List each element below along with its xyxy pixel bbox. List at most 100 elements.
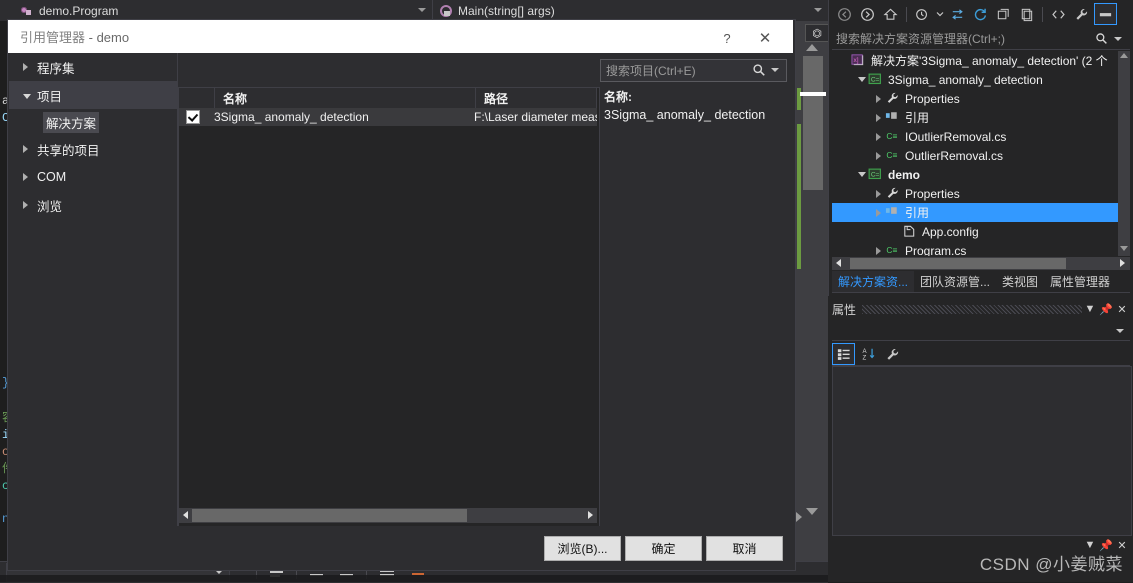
tree-item-7[interactable]: Properties	[832, 184, 1130, 203]
ok-button[interactable]: 确定	[625, 536, 702, 561]
tree-item-1[interactable]: C= 3Sigma_ anomaly_ detection	[832, 70, 1130, 89]
dialog-search-input[interactable]: 搜索项目(Ctrl+E)	[600, 59, 787, 82]
chevron-down-icon[interactable]	[23, 88, 37, 102]
chevron-down-icon[interactable]	[935, 4, 945, 24]
scroll-right-arrow-icon[interactable]	[588, 511, 593, 519]
solution-explorer-tree[interactable]: x] 解决方案'3Sigma_ anomaly_ detection' (2 个 C…	[832, 51, 1130, 256]
close-icon[interactable]: ✕	[751, 28, 779, 48]
collapse-all-icon[interactable]	[993, 4, 1014, 24]
scroll-up-arrow-icon[interactable]	[806, 44, 818, 51]
cancel-button[interactable]: 取消	[706, 536, 783, 561]
show-all-files-icon[interactable]	[1016, 4, 1037, 24]
solution-tree-vertical-scrollbar[interactable]	[1118, 51, 1130, 256]
properties-wrench-icon[interactable]	[1071, 4, 1092, 24]
chevron-right-icon[interactable]	[872, 92, 885, 105]
chevron-down-icon[interactable]	[771, 68, 779, 72]
view-code-icon[interactable]	[1048, 4, 1069, 24]
back-arrow-icon[interactable]	[834, 4, 855, 24]
class-icon	[20, 4, 33, 17]
dialog-category-tree[interactable]: 程序集 项目 解决方案共享的项目 COM 浏览	[9, 53, 178, 526]
tree-item-10[interactable]: C≡ Program.cs	[832, 241, 1130, 256]
tree-item-9[interactable]: App.config	[832, 222, 1130, 241]
chevron-right-icon[interactable]	[23, 60, 37, 74]
chevron-down-icon[interactable]	[1114, 37, 1122, 41]
category-subitem-solution[interactable]: 解决方案	[9, 109, 177, 135]
browse-button[interactable]: 浏览(B)...	[544, 536, 621, 561]
category-item-0[interactable]: 程序集	[9, 53, 177, 81]
alphabetical-sort-icon[interactable]: AZ	[858, 344, 879, 364]
chevron-down-icon	[418, 8, 426, 12]
editor-scrollbar-thumb-lower[interactable]	[803, 145, 823, 190]
category-item-1[interactable]: 项目	[9, 81, 177, 109]
csharp-file-icon: C≡	[885, 129, 901, 144]
tree-item-0[interactable]: x] 解决方案'3Sigma_ anomaly_ detection' (2 个	[832, 51, 1130, 70]
scroll-left-arrow-icon[interactable]	[836, 259, 841, 267]
toolbar-divider	[906, 6, 907, 22]
search-icon[interactable]	[1095, 32, 1108, 48]
column-header-path[interactable]: 路径	[476, 88, 597, 108]
type-dropdown[interactable]: demo.Program	[0, 0, 433, 21]
editor-splitter-handle[interactable]: ⏣	[805, 24, 829, 42]
svg-text:C≡: C≡	[886, 245, 897, 255]
chevron-down-icon[interactable]: ▼	[1082, 301, 1098, 317]
chevron-right-icon[interactable]	[23, 170, 37, 184]
home-icon[interactable]	[880, 4, 901, 24]
watermark: CSDN @小姜贼菜	[979, 555, 1123, 574]
scroll-right-arrow-icon[interactable]	[1120, 259, 1125, 267]
scrollbar-thumb[interactable]	[192, 509, 467, 522]
member-dropdown[interactable]: Main(string[] args)	[433, 0, 828, 21]
tree-item-5[interactable]: C≡ OutlierRemoval.cs	[832, 146, 1130, 165]
scroll-down-arrow-icon[interactable]	[1120, 246, 1128, 251]
reference-list-panel[interactable]	[178, 87, 600, 527]
row-checkbox[interactable]	[179, 110, 206, 124]
chevron-right-icon[interactable]	[872, 130, 885, 143]
panel-tab-2[interactable]: 类视图	[996, 271, 1044, 292]
category-item-label: 共享的项目	[37, 143, 100, 158]
panel-tab-0[interactable]: 解决方案资...	[832, 271, 915, 292]
sync-with-active-document-icon[interactable]	[947, 4, 968, 24]
pin-icon[interactable]: 📌	[1098, 301, 1114, 317]
properties-header: 属性 ▼ 📌 ✕	[832, 299, 1130, 319]
refresh-icon[interactable]	[970, 4, 991, 24]
tree-item-3[interactable]: 引用	[832, 108, 1130, 127]
property-pages-wrench-icon[interactable]	[882, 344, 903, 364]
chevron-right-icon[interactable]	[872, 111, 885, 124]
tree-item-8[interactable]: 引用	[832, 203, 1130, 222]
category-item-3[interactable]: COM	[9, 163, 177, 191]
chevron-right-icon[interactable]	[23, 198, 37, 212]
chevron-right-icon[interactable]	[872, 244, 885, 256]
table-row[interactable]: 3Sigma_ anomaly_ detection F:\Laser diam…	[179, 108, 597, 126]
tree-item-2[interactable]: Properties	[832, 89, 1130, 108]
chevron-right-icon[interactable]	[872, 187, 885, 200]
question-mark-icon[interactable]: ?	[713, 28, 741, 48]
scroll-up-arrow-icon[interactable]	[1120, 53, 1128, 58]
scroll-right-arrow-icon[interactable]	[796, 512, 802, 522]
category-item-4[interactable]: 浏览	[9, 191, 177, 219]
close-icon[interactable]: ✕	[1114, 301, 1130, 317]
column-header-name[interactable]: 名称	[215, 88, 476, 108]
tree-item-4[interactable]: C≡ IOutlierRemoval.cs	[832, 127, 1130, 146]
chevron-right-icon[interactable]	[872, 149, 885, 162]
scroll-down-arrow-icon[interactable]	[806, 508, 818, 515]
panel-tab-1[interactable]: 团队资源管...	[914, 271, 996, 292]
chevron-right-icon[interactable]	[23, 142, 37, 156]
chevron-right-icon[interactable]	[872, 206, 885, 219]
scroll-left-arrow-icon[interactable]	[183, 511, 188, 519]
dialog-titlebar[interactable]: 引用管理器 - demo ? ✕	[8, 20, 793, 53]
chevron-down-icon[interactable]	[855, 73, 868, 86]
scrollbar-thumb[interactable]	[850, 258, 1066, 269]
properties-grid[interactable]	[832, 366, 1132, 536]
panel-tab-3[interactable]: 属性管理器	[1044, 271, 1116, 292]
pending-changes-icon[interactable]	[912, 4, 933, 24]
tree-item-6[interactable]: C= demo	[832, 165, 1130, 184]
editor-scrollbar-thumb[interactable]	[803, 56, 823, 145]
chevron-down-icon[interactable]	[855, 168, 868, 181]
forward-arrow-icon[interactable]	[857, 4, 878, 24]
properties-object-dropdown[interactable]	[832, 321, 1130, 341]
solution-explorer-toolbar	[834, 3, 1129, 25]
category-item-2[interactable]: 共享的项目	[9, 135, 177, 163]
categorized-icon[interactable]	[832, 343, 855, 365]
preview-selected-items-icon[interactable]	[1094, 3, 1117, 25]
search-icon[interactable]	[752, 63, 766, 80]
solution-explorer-search-input[interactable]: 搜索解决方案资源管理器(Ctrl+;)	[832, 28, 1130, 50]
